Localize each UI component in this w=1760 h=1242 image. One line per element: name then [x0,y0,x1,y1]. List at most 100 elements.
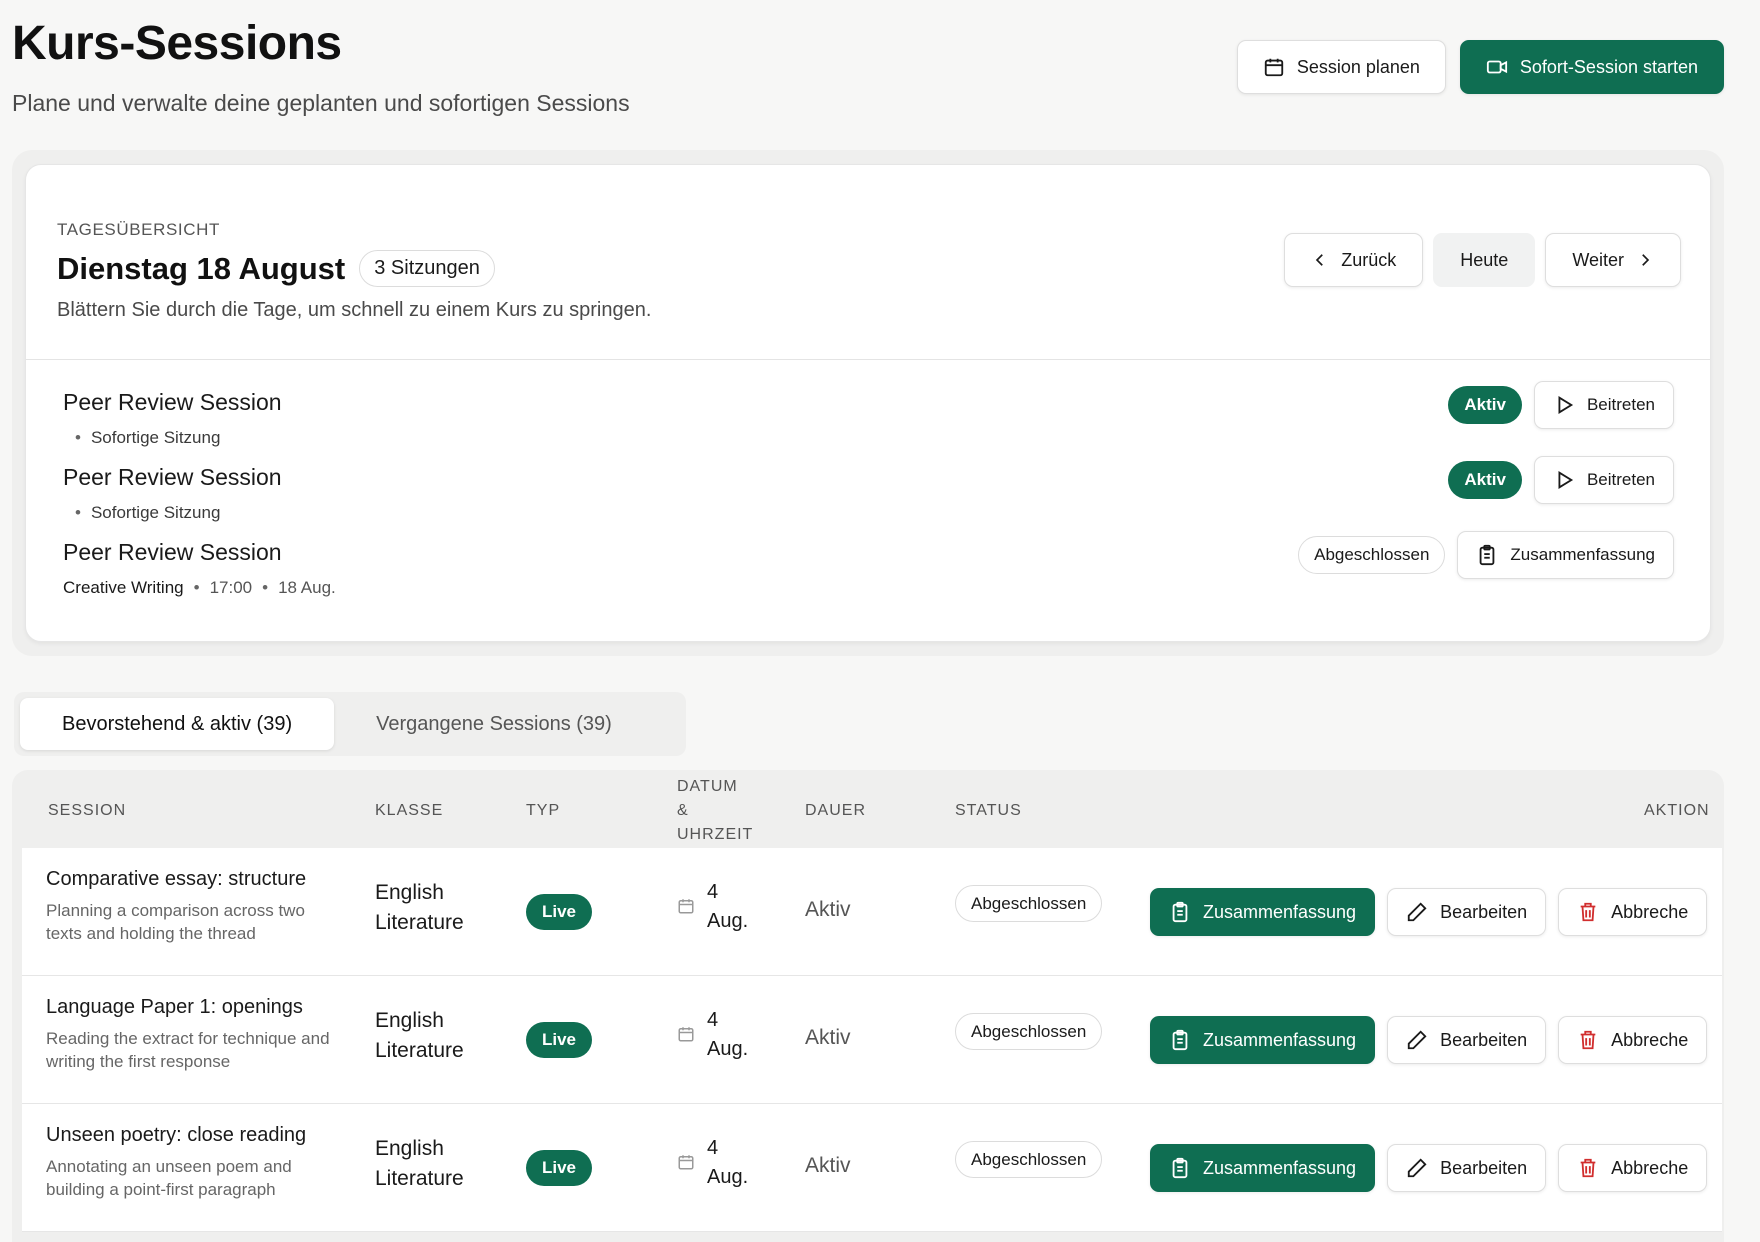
row-actions: Zusammenfassung Bearbeiten Abbreche [1150,1016,1708,1064]
tab-upcoming-active[interactable]: Bevorstehend & aktiv (39) [20,698,335,750]
calendar-icon [1264,58,1283,77]
day-session-actions: Aktiv Beitreten [1448,456,1674,504]
join-label: Beitreten [1586,470,1655,489]
sessions-table: SESSION KLASSE TYP DATUM & UHRZEIT DAUER… [12,770,1724,1242]
cancel-label: Abbreche [1611,901,1689,922]
column-header-klasse: KLASSE [375,802,444,819]
day-session-title: Peer Review Session [63,464,282,490]
date-day: 4 [707,1137,719,1159]
join-button[interactable]: Beitreten [1533,456,1674,504]
session-title: Unseen poetry: close reading [46,1124,307,1146]
page-subtitle: Plane und verwalte deine geplanten und s… [12,90,630,116]
video-camera-icon [1486,60,1507,74]
pencil-icon [1407,1158,1427,1178]
duration-cell: Aktiv [805,1154,851,1177]
summary-button[interactable]: Zusammenfassung [1150,1144,1376,1192]
table-header: SESSION KLASSE TYP DATUM & UHRZEIT DAUER… [12,770,1724,848]
trash-icon [1580,1158,1596,1178]
day-session-class: Creative Writing [63,578,184,597]
date-day: 4 [707,1009,719,1031]
day-overview-panel: TAGESÜBERSICHT Dienstag 18 August 3 Sitz… [12,150,1724,656]
class-cell: English Literature [375,1134,464,1194]
column-header-datum: DATUM & UHRZEIT [677,775,753,847]
cancel-session-button[interactable]: Abbreche [1558,1016,1708,1064]
cancel-session-button[interactable]: Abbreche [1558,1144,1708,1192]
day-session-type: Sofortige Sitzung [90,503,221,522]
today-button[interactable]: Heute [1433,233,1536,287]
class-line: English [375,1009,444,1032]
calendar-icon [678,1027,694,1042]
session-title: Comparative essay: structure [46,868,307,890]
start-instant-session-button[interactable]: Sofort-Session starten [1459,40,1724,94]
edit-label: Bearbeiten [1440,901,1528,922]
clipboard-icon [1480,544,1495,566]
header-actions: Session planen Sofort-Session starten [1236,40,1724,94]
date-month: Aug. [707,1038,749,1060]
date-month: Aug. [707,910,749,932]
tab-past-sessions[interactable]: Vergangene Sessions (39) [334,698,654,750]
session-count-badge: 3 Sitzungen [359,250,495,287]
status-badge: Abgeschlossen [955,1013,1103,1050]
cancel-session-button[interactable]: Abbreche [1558,888,1708,936]
summary-button[interactable]: Zusammenfassung [1150,1016,1376,1064]
meta-bullet: • [193,578,200,597]
status-cell: Abgeschlossen [955,1013,1103,1050]
calendar-icon [678,1155,694,1170]
live-badge: Live [526,1150,593,1186]
duration-cell: Aktiv [805,1026,851,1049]
column-header-datum-line: DATUM [677,778,738,795]
date-day: 4 [707,881,719,903]
next-day-button[interactable]: Weiter [1545,233,1681,287]
day-session-actions: Aktiv Beitreten [1448,381,1674,429]
session-cell: Unseen poetry: close reading Annotating … [46,1124,336,1201]
session-tabs: Bevorstehend & aktiv (39) Vergangene Ses… [14,692,686,756]
table-row: Language Paper 1: openings Reading the e… [22,976,1722,1104]
session-description: Planning a comparison across two texts a… [46,901,305,943]
edit-button[interactable]: Bearbeiten [1387,888,1547,936]
status-badge: Aktiv [1448,386,1522,424]
previous-day-button[interactable]: Zurück [1284,233,1424,287]
status-badge: Abgeschlossen [1298,536,1446,574]
table-row: Comparative essay: structure Planning a … [22,848,1722,976]
cancel-label: Abbreche [1611,1029,1689,1050]
meta-bullet: • [75,428,81,447]
class-cell: English Literature [375,1006,464,1066]
column-header-datum-line: & [677,802,689,819]
date-cell: 4 Aug. [677,1134,748,1192]
day-title-row: Dienstag 18 August 3 Sitzungen [57,250,495,287]
summary-button[interactable]: Zusammenfassung [1457,531,1674,579]
page-header: Kurs-Sessions Plane und verwalte deine g… [12,14,630,117]
day-navigation: Zurück Heute Weiter [1284,233,1681,287]
edit-label: Bearbeiten [1440,1029,1528,1050]
edit-button[interactable]: Bearbeiten [1387,1144,1547,1192]
column-header-session: SESSION [48,802,127,819]
session-cell: Comparative essay: structure Planning a … [46,868,336,945]
live-badge: Live [526,894,593,930]
live-badge: Live [526,1022,593,1058]
date-text: 4 Aug. [707,1006,748,1064]
day-session-item: Peer Review Session Creative Writing • 1… [63,531,1674,615]
status-badge: Aktiv [1448,461,1522,499]
pencil-icon [1407,902,1427,922]
play-icon [1558,396,1574,414]
next-day-label: Weiter [1572,249,1624,270]
status-badge: Abgeschlossen [955,885,1103,922]
table-body: Comparative essay: structure Planning a … [22,848,1722,1232]
summary-button[interactable]: Zusammenfassung [1150,888,1376,936]
plan-session-button[interactable]: Session planen [1236,40,1446,94]
summary-label: Zusammenfassung [1510,545,1655,564]
calendar-icon [678,899,694,914]
join-button[interactable]: Beitreten [1533,381,1674,429]
column-header-typ: TYP [526,802,561,819]
column-header-aktion: AKTION [1644,802,1710,819]
day-session-time: 17:00 [209,578,253,597]
edit-button[interactable]: Bearbeiten [1387,1016,1547,1064]
type-cell: Live [526,1022,593,1058]
session-cell: Language Paper 1: openings Reading the e… [46,996,336,1073]
play-icon [1558,471,1574,489]
row-actions: Zusammenfassung Bearbeiten Abbreche [1150,888,1708,936]
day-session-actions: Abgeschlossen Zusammenfassung [1298,531,1674,579]
session-title: Language Paper 1: openings [46,996,303,1018]
day-session-title: Peer Review Session [63,389,282,415]
date-text: 4 Aug. [707,878,748,936]
